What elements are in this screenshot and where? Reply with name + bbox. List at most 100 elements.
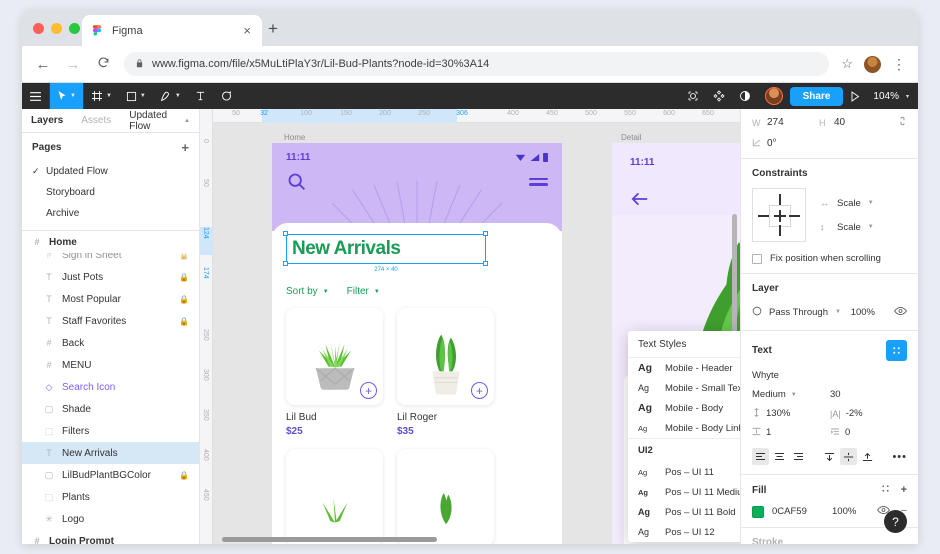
address-bar[interactable]: www.figma.com/file/x5MuLtiPlaY3r/Lil-Bud… <box>124 52 830 76</box>
hamburger-icon[interactable] <box>529 177 548 186</box>
vertical-constraint-dropdown[interactable]: ↕ Scale ▼ <box>820 222 874 233</box>
browser-profile-avatar[interactable] <box>864 55 881 73</box>
layer-frame-home[interactable]: # Home <box>22 231 199 253</box>
width-field[interactable]: W 274 <box>752 117 819 128</box>
horizontal-ruler[interactable]: 50 32 100 150 200 250 306 400 450 500 55… <box>200 109 740 123</box>
align-top-button[interactable] <box>821 448 838 465</box>
text-style-item[interactable]: Ag Mobile - Body <box>628 398 740 418</box>
frame-label-home[interactable]: Home <box>284 133 305 142</box>
page-item-updated-flow[interactable]: ✓ Updated Flow <box>22 161 199 182</box>
fill-color-swatch[interactable] <box>752 505 764 518</box>
fill-hex-value[interactable]: 0CAF59 <box>772 506 824 517</box>
font-size-field[interactable]: 30 <box>830 389 841 400</box>
constraint-right-line[interactable] <box>789 215 800 217</box>
constraint-center-v[interactable] <box>779 210 781 222</box>
text-style-item[interactable]: Ag Mobile - Body Links <box>628 418 740 438</box>
selection-handle-bl[interactable] <box>283 261 288 266</box>
layer-row[interactable]: ⬚ Filters <box>22 420 199 442</box>
horizontal-constraint-dropdown[interactable]: ↔ Scale ▼ <box>820 198 874 209</box>
add-to-cart-button[interactable]: + <box>360 382 377 399</box>
constraint-top-line[interactable] <box>779 194 781 205</box>
rotation-field[interactable]: 0° <box>752 138 819 149</box>
back-button[interactable]: ← <box>34 57 52 72</box>
selection-handle-br[interactable] <box>483 261 488 266</box>
tab-layers[interactable]: Layers <box>31 115 63 126</box>
layer-row[interactable]: ✳ Logo <box>22 508 199 530</box>
add-to-cart-button[interactable]: + <box>471 382 488 399</box>
product-card[interactable] <box>397 449 494 544</box>
contrast-tool-button[interactable] <box>732 83 758 109</box>
frame-tool-button[interactable]: ▼ <box>84 83 119 109</box>
fix-position-checkbox[interactable] <box>752 253 762 264</box>
share-button[interactable]: Share <box>789 86 844 106</box>
lock-icon[interactable]: 🔒 <box>179 273 189 282</box>
move-tool-button[interactable]: ▼ <box>50 83 83 109</box>
text-style-apply-button[interactable] <box>886 340 907 361</box>
current-user-avatar[interactable] <box>764 87 783 105</box>
layer-row[interactable]: # Sign in Sheet 🔒 <box>22 253 199 266</box>
product-card[interactable] <box>286 449 383 544</box>
align-left-button[interactable] <box>752 448 769 465</box>
text-style-item[interactable]: Ag Mobile - Small Text <box>628 378 740 398</box>
page-item-storyboard[interactable]: Storyboard <box>22 182 199 203</box>
back-arrow-icon[interactable] <box>630 191 650 211</box>
blend-mode-value[interactable]: Pass Through <box>769 307 828 318</box>
tab-close-icon[interactable]: × <box>240 24 254 37</box>
pen-tool-button[interactable]: ▼ <box>153 83 188 109</box>
paragraph-indent-field[interactable]: 0 <box>830 427 850 438</box>
current-page-dropdown[interactable]: Updated Flow ▲ <box>129 110 190 132</box>
layer-row[interactable]: # MENU <box>22 354 199 376</box>
layer-opacity-value[interactable]: 100% <box>851 307 875 318</box>
text-style-item[interactable]: Ag Pos – UI 11 <box>628 462 740 482</box>
forward-button[interactable]: → <box>64 57 82 72</box>
fix-position-checkbox-row[interactable]: Fix position when scrolling <box>752 253 907 264</box>
constraint-bottom-line[interactable] <box>779 225 781 236</box>
text-style-item[interactable]: Ag Pos – UI 11 Bold <box>628 502 740 522</box>
add-page-button[interactable]: + <box>181 141 189 154</box>
text-options-more-button[interactable]: ••• <box>892 451 907 463</box>
design-canvas[interactable]: Home 11:11 New Arrivals 274 × 40 Sort by… <box>200 109 740 544</box>
home-artboard[interactable]: 11:11 New Arrivals 274 × 40 Sort by ▼ Fi… <box>272 143 562 544</box>
layer-row[interactable]: ⬚ Plants <box>22 486 199 508</box>
help-button[interactable]: ? <box>884 510 907 533</box>
align-center-button[interactable] <box>771 448 788 465</box>
minimize-window-button[interactable] <box>51 23 62 34</box>
layer-row[interactable]: ▢ LilBudPlantBGColor 🔒 <box>22 464 199 486</box>
components-tool-button[interactable] <box>706 83 732 109</box>
paragraph-spacing-field[interactable]: 1 <box>752 427 830 438</box>
layer-row[interactable]: ▢ Shade <box>22 398 199 420</box>
text-style-item[interactable]: Ag Mobile - Header <box>628 358 740 378</box>
new-tab-button[interactable]: + <box>268 20 278 37</box>
selection-handle-tl[interactable] <box>283 231 288 236</box>
frame-label-detail[interactable]: Detail <box>621 133 641 142</box>
constraints-widget[interactable] <box>752 188 806 242</box>
browser-menu-icon[interactable]: ⋮ <box>892 57 906 71</box>
lock-icon[interactable]: 🔒 <box>179 253 189 260</box>
layer-row[interactable]: # Back <box>22 332 199 354</box>
text-style-item[interactable]: Ag Pos – UI 12 <box>628 522 740 542</box>
present-button[interactable] <box>843 83 867 109</box>
font-family-value[interactable]: Whyte <box>752 370 907 381</box>
line-height-field[interactable]: 130% <box>752 408 830 419</box>
comment-tool-button[interactable] <box>213 83 239 109</box>
constrain-proportions-icon[interactable] <box>898 115 907 130</box>
layer-row[interactable]: ◇ Search Icon <box>22 376 199 398</box>
constraint-left-line[interactable] <box>758 215 769 217</box>
layer-row[interactable]: T Just Pots 🔒 <box>22 266 199 288</box>
layer-row[interactable]: T Most Popular 🔒 <box>22 288 199 310</box>
visibility-eye-icon[interactable] <box>894 306 907 319</box>
lock-icon[interactable]: 🔒 <box>179 471 189 480</box>
layer-row-new-arrivals[interactable]: T New Arrivals <box>22 442 199 464</box>
font-weight-dropdown[interactable]: Medium ▼ <box>752 389 830 400</box>
add-fill-button[interactable]: + <box>901 484 907 496</box>
maximize-window-button[interactable] <box>69 23 80 34</box>
vertical-ruler[interactable]: 0 50 124 174 250 300 350 400 450 <box>200 109 213 544</box>
product-card[interactable]: + Lil Roger $35 <box>397 308 494 437</box>
close-window-button[interactable] <box>33 23 44 34</box>
text-tool-button[interactable] <box>188 83 213 109</box>
lock-icon[interactable]: 🔒 <box>179 295 189 304</box>
letter-spacing-field[interactable]: |A| -2% <box>830 408 863 419</box>
shape-tool-button[interactable]: ▼ <box>119 83 153 109</box>
align-right-button[interactable] <box>790 448 807 465</box>
fill-styles-button[interactable] <box>881 484 890 496</box>
